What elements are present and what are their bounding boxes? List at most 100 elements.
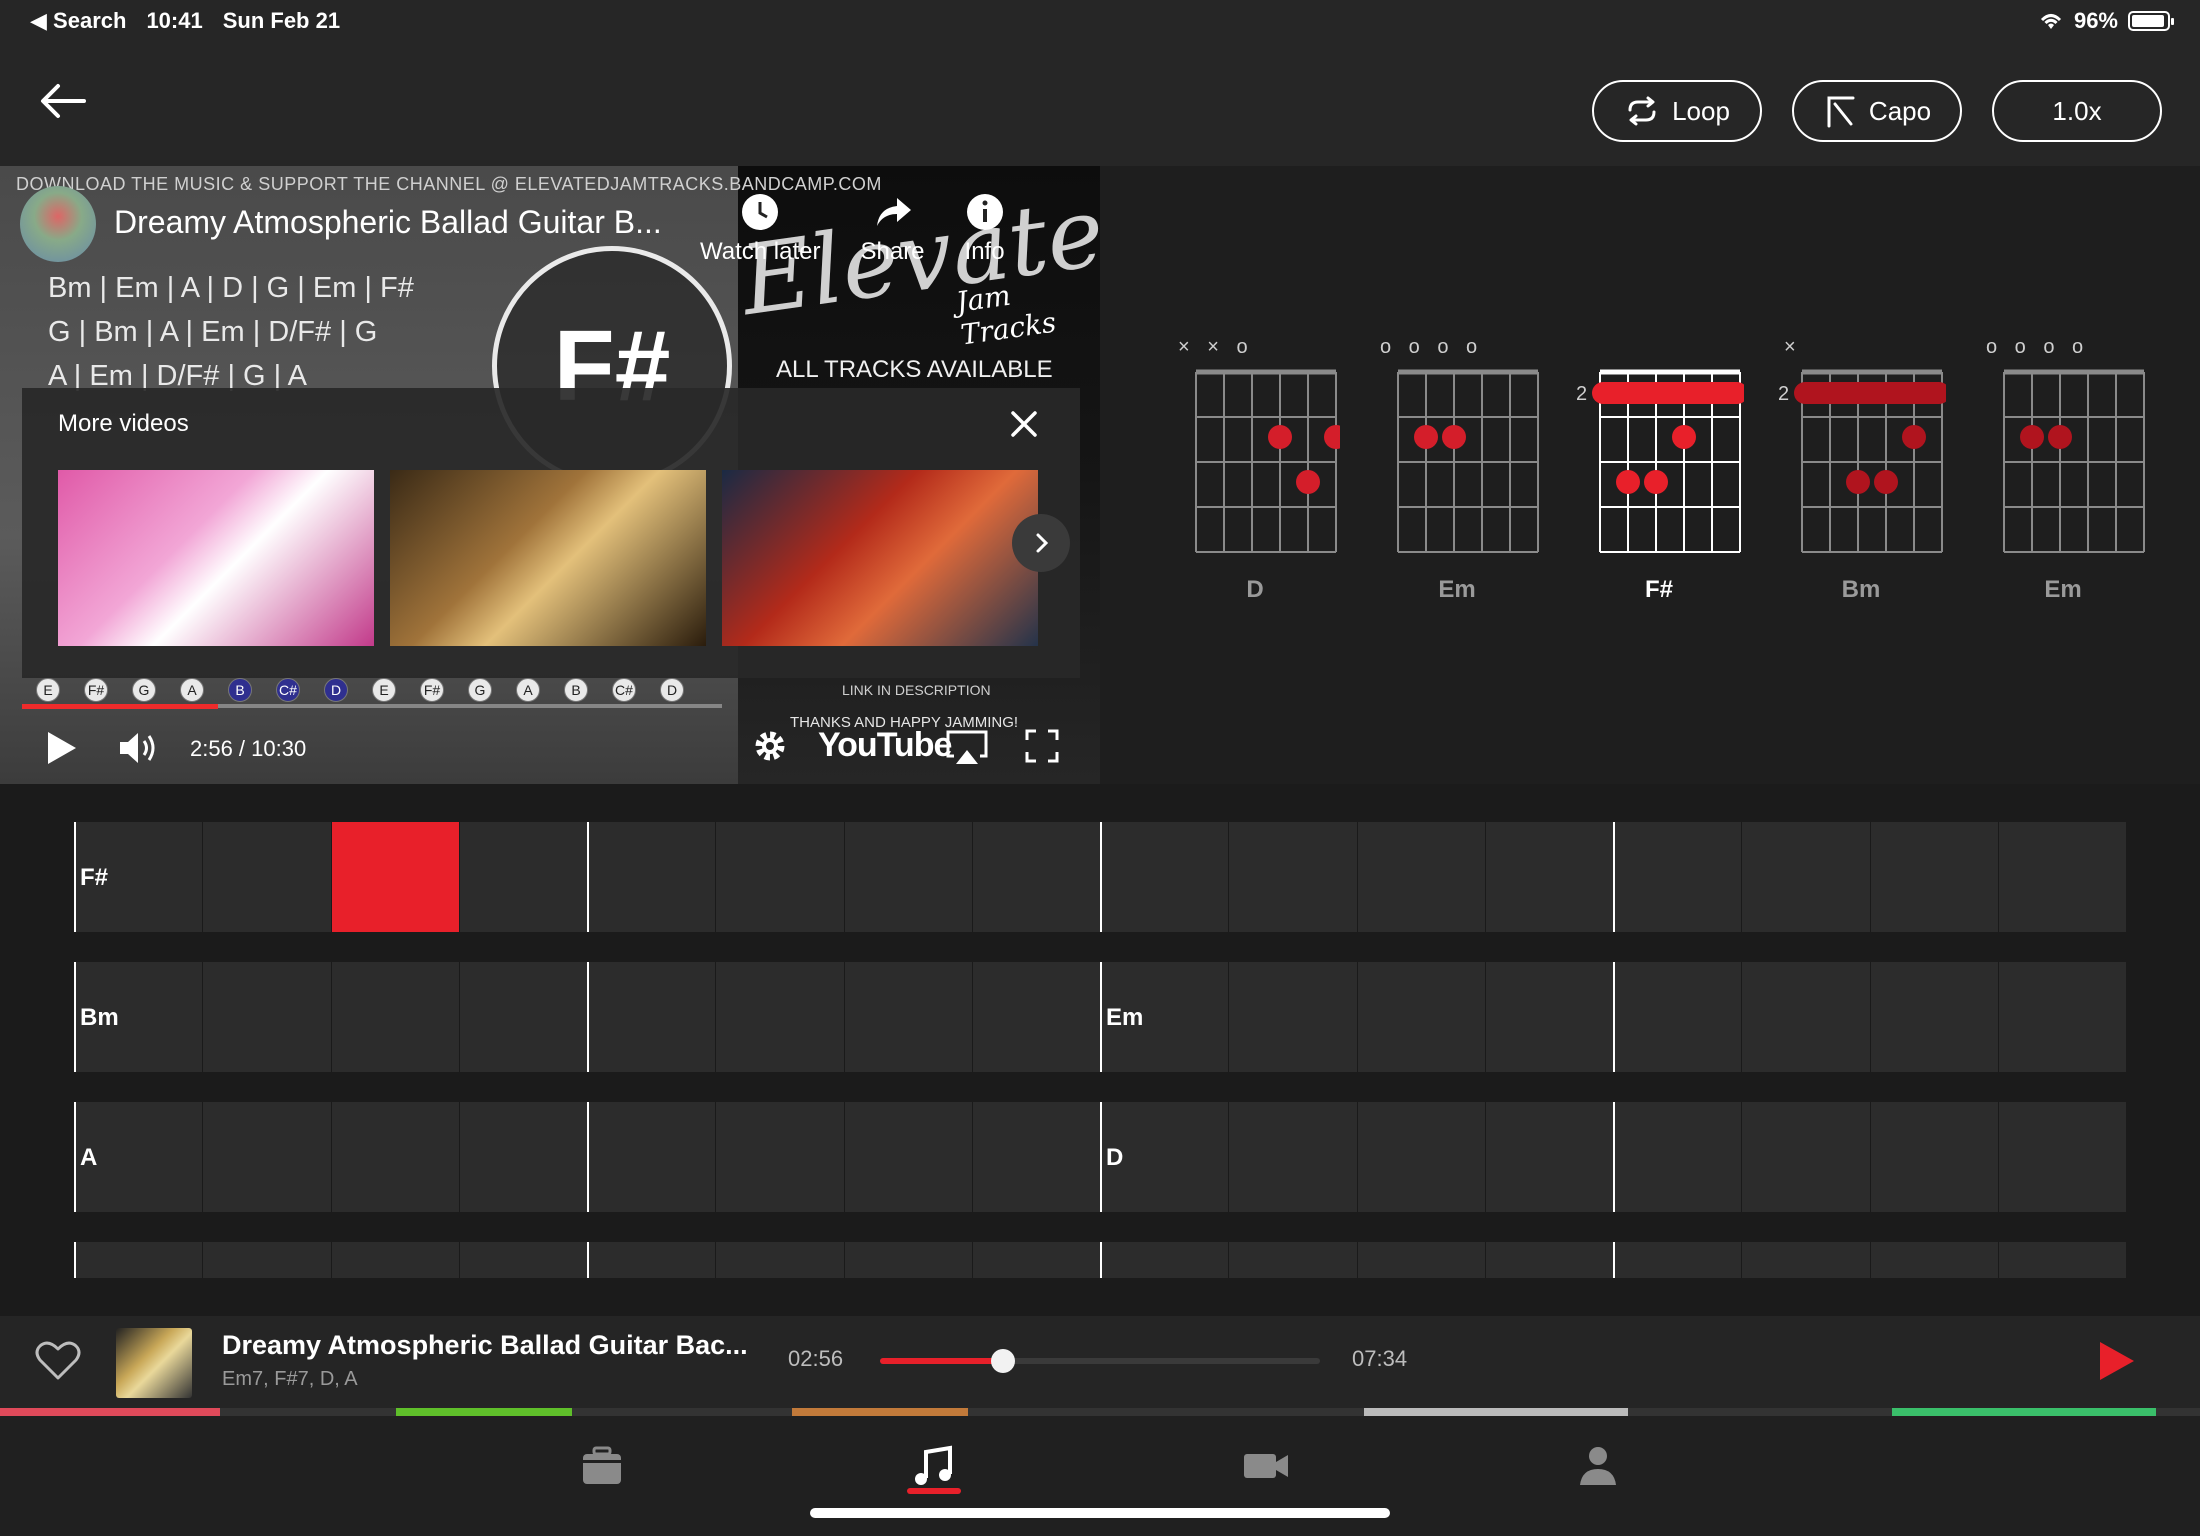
chord-grid-cell[interactable]	[202, 1102, 330, 1212]
chord-grid-cell[interactable]	[1228, 1242, 1356, 1278]
chord-grid-cell[interactable]	[1997, 962, 2126, 1072]
fret-note: E	[36, 678, 60, 702]
video-settings-button[interactable]	[752, 728, 788, 769]
track-progress-knob[interactable]	[991, 1349, 1016, 1373]
chord-grid-cell[interactable]	[1741, 1102, 1869, 1212]
chord-grid-cell[interactable]	[971, 1242, 1100, 1278]
chord-grid-cell[interactable]	[587, 1102, 715, 1212]
track-title[interactable]: Dreamy Atmospheric Ballad Guitar Bac...	[222, 1330, 748, 1361]
video-time: 2:56 / 10:30	[190, 736, 307, 761]
chord-grid-cell[interactable]	[202, 822, 330, 932]
chord-grid-cell[interactable]	[843, 1242, 972, 1278]
chord-grid-cell[interactable]	[1613, 962, 1741, 1072]
fullscreen-button[interactable]	[1024, 728, 1060, 769]
chord-grid-cell[interactable]	[587, 1242, 715, 1278]
chord-grid-cell[interactable]	[715, 822, 843, 932]
measure-bar-line	[74, 962, 76, 1072]
chord-grid-cell[interactable]	[1613, 1102, 1741, 1212]
chord-grid-cell[interactable]	[1997, 822, 2126, 932]
chord-grid-cell[interactable]	[715, 962, 843, 1072]
chord-grid-cell[interactable]	[971, 962, 1100, 1072]
speed-button[interactable]: 1.0x	[1992, 80, 2162, 142]
chord-grid-cell[interactable]	[1869, 1102, 1998, 1212]
chord-grid-cell[interactable]	[843, 822, 972, 932]
loop-button[interactable]: Loop	[1592, 80, 1762, 142]
more-video-thumbnail[interactable]	[722, 470, 1038, 646]
speed-label: 1.0x	[2052, 95, 2102, 126]
chord-grid-cell[interactable]	[1869, 1242, 1998, 1278]
channel-avatar[interactable]	[20, 186, 96, 262]
chord-grid-cell[interactable]	[458, 822, 587, 932]
chord-grid-cell[interactable]	[1484, 962, 1613, 1072]
chord-grid-cell[interactable]	[1100, 1242, 1228, 1278]
tab-profile[interactable]	[1568, 1436, 1628, 1496]
track-play-button[interactable]	[2096, 1338, 2138, 1389]
chord-grid-cell[interactable]	[1741, 962, 1869, 1072]
chord-grid-cell[interactable]	[74, 1242, 202, 1278]
tab-amp[interactable]	[572, 1436, 632, 1496]
chord-grid-cell[interactable]	[1613, 822, 1741, 932]
chord-grid-cell[interactable]	[458, 1242, 587, 1278]
info-button[interactable]: Info	[965, 192, 1005, 266]
fret-note: C#	[276, 678, 300, 702]
chord-grid-cell[interactable]	[587, 962, 715, 1072]
chord-grid-cell[interactable]	[1869, 822, 1998, 932]
chord-grid-cell[interactable]	[1613, 1242, 1741, 1278]
status-back-app[interactable]: ◀ Search	[30, 8, 126, 34]
volume-button[interactable]	[118, 730, 160, 771]
chord-grid-cell[interactable]	[202, 1242, 330, 1278]
chord-grid-cell[interactable]	[202, 962, 330, 1072]
loop-icon	[1628, 96, 1656, 126]
back-button[interactable]	[36, 74, 90, 128]
chord-grid-cell[interactable]	[1228, 822, 1356, 932]
track-thumbnail[interactable]	[116, 1328, 192, 1398]
more-video-thumbnail[interactable]	[58, 470, 374, 646]
chord-grid-cell[interactable]	[1741, 1242, 1869, 1278]
more-video-thumbnail[interactable]	[390, 470, 706, 646]
chord-grid-cell[interactable]	[843, 962, 972, 1072]
airplay-button[interactable]	[944, 728, 990, 773]
chord-grid-cell[interactable]	[1869, 962, 1998, 1072]
chord-grid-cell[interactable]	[1741, 822, 1869, 932]
tab-video[interactable]	[1236, 1436, 1296, 1496]
chord-grid-cell[interactable]	[458, 962, 587, 1072]
chord-grid-cell[interactable]	[971, 822, 1100, 932]
chord-grid-cell[interactable]	[1228, 1102, 1356, 1212]
video-play-button[interactable]	[40, 728, 80, 773]
chord-grid-cell[interactable]	[1356, 1242, 1485, 1278]
chord-grid-cell[interactable]	[843, 1102, 972, 1212]
favorite-button[interactable]	[34, 1338, 82, 1387]
chord-grid-cell[interactable]	[1356, 962, 1485, 1072]
chord-grid-cell[interactable]	[1997, 1242, 2126, 1278]
watch-later-button[interactable]: Watch later	[700, 192, 820, 266]
chord-grid-cell[interactable]	[330, 822, 459, 932]
chord-grid-cell[interactable]	[715, 1102, 843, 1212]
chord-grid-cell[interactable]	[1100, 822, 1228, 932]
video-player[interactable]: DOWNLOAD THE MUSIC & SUPPORT THE CHANNEL…	[0, 166, 1100, 784]
tab-music[interactable]	[904, 1436, 964, 1496]
chord-grid-cell[interactable]	[330, 1242, 459, 1278]
chord-grid-cell[interactable]	[1484, 822, 1613, 932]
chord-grid-cell[interactable]	[715, 1242, 843, 1278]
chord-grid-cell[interactable]	[330, 1102, 459, 1212]
volume-icon	[120, 733, 155, 763]
string-markers	[1582, 336, 1742, 358]
share-button[interactable]: Share	[860, 192, 925, 266]
chord-grid-cell[interactable]	[458, 1102, 587, 1212]
fret-note: G	[132, 678, 156, 702]
chord-grid-cell[interactable]	[1484, 1102, 1613, 1212]
chord-grid-cell[interactable]	[1484, 1242, 1613, 1278]
chord-grid-cell[interactable]	[1356, 1102, 1485, 1212]
more-videos-next-button[interactable]	[1012, 514, 1070, 572]
capo-button[interactable]: Capo	[1792, 80, 1962, 142]
play-icon	[2100, 1342, 2134, 1380]
chord-grid-cell[interactable]	[1997, 1102, 2126, 1212]
chord-grid-cell[interactable]	[1228, 962, 1356, 1072]
chord-grid-cell[interactable]	[971, 1102, 1100, 1212]
chord-grid-cell[interactable]	[1356, 822, 1485, 932]
chord-grid-cell[interactable]	[587, 822, 715, 932]
chord-grid-cell[interactable]	[330, 962, 459, 1072]
more-videos-close-button[interactable]	[1008, 408, 1040, 440]
youtube-logo[interactable]: YouTube	[818, 726, 952, 765]
video-title[interactable]: Dreamy Atmospheric Ballad Guitar B...	[114, 204, 662, 241]
